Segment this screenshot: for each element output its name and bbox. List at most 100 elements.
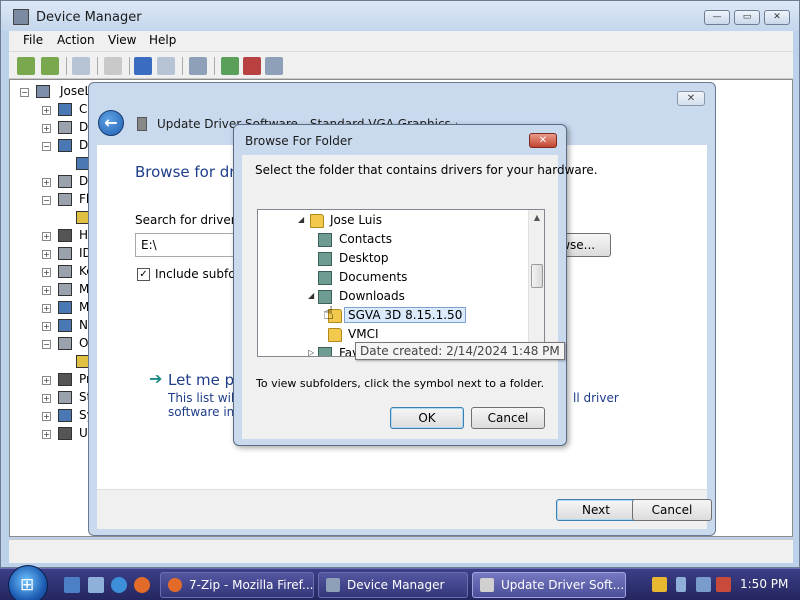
device-category-icon [58,283,72,296]
expand-icon[interactable]: + [42,286,51,295]
expand-icon[interactable]: + [42,178,51,187]
help-icon[interactable] [134,57,152,75]
task-label: Device Manager [347,578,445,592]
folder-label: Jose Luis [330,213,382,227]
pick-description: ll driver [573,391,619,405]
expand-icon[interactable]: + [42,124,51,133]
device-category-icon [58,247,72,260]
toolbar-separator [214,57,215,75]
expand-icon[interactable]: + [42,106,51,115]
hint-text: To view subfolders, click the symbol nex… [256,377,545,390]
dialog-title: Browse For Folder [245,134,353,148]
expand-icon[interactable]: + [42,376,51,385]
close-button[interactable]: ✕ [529,133,557,148]
properties-icon[interactable] [104,57,122,75]
view-icon[interactable] [157,57,175,75]
device-category-icon [58,139,72,152]
pick-description: This list wil [168,391,235,405]
taskbar: ⊞ 7-Zip - Mozilla Firef... Device Manage… [0,565,800,600]
dialog-description: Select the folder that contains drivers … [255,163,598,177]
expand-icon[interactable]: + [42,412,51,421]
status-bar [9,539,793,563]
expand-icon[interactable]: ▷ [308,348,316,356]
collapse-icon[interactable]: ◢ [308,291,316,300]
collapse-icon[interactable]: − [42,340,51,349]
collapse-icon[interactable]: − [42,196,51,205]
expand-icon[interactable]: + [42,232,51,241]
collapse-icon[interactable]: − [20,88,29,97]
show-hide-tree-icon[interactable] [72,57,90,75]
device-category-icon [58,103,72,116]
scroll-thumb[interactable] [531,264,543,288]
uninstall-icon[interactable] [243,57,261,75]
dialog-body: Select the folder that contains drivers … [242,155,598,439]
tray-arrow-icon[interactable] [676,577,686,592]
expand-icon[interactable]: + [42,430,51,439]
close-button[interactable]: ✕ [764,10,790,25]
expand-icon[interactable]: + [42,250,51,259]
security-shield-icon[interactable] [652,577,667,592]
menu-view[interactable]: View [108,33,136,47]
device-manager-titlebar: Device Manager — ▭ ✕ [1,1,799,31]
cancel-button[interactable]: Cancel [471,407,545,429]
folder-label: Desktop [339,251,389,265]
device-icon [480,578,494,592]
collapse-icon[interactable]: ◢ [298,215,306,224]
menu-action[interactable]: Action [57,33,95,47]
include-subfolders-checkbox[interactable]: ✓ [137,268,150,281]
folder-label: VMCI [348,327,379,341]
device-category-icon [58,265,72,278]
firefox-icon[interactable] [134,577,150,593]
tree-root-label: JoseL [60,84,92,98]
device-icon [137,117,147,131]
folder-tree[interactable]: ◢ Jose Luis Contacts Desktop Documents ◢… [257,209,545,357]
network-icon[interactable] [696,577,711,592]
toolbar [9,51,793,79]
disable-device-icon[interactable] [265,57,283,75]
task-label: Update Driver Soft... [501,578,625,592]
device-category-icon [58,391,72,404]
scan-hardware-icon[interactable] [189,57,207,75]
next-button[interactable]: Next [556,499,636,521]
folder-label: Documents [339,270,408,284]
start-button[interactable]: ⊞ [8,565,48,600]
menu-help[interactable]: Help [149,33,176,47]
forward-arrow-icon[interactable] [41,57,59,75]
folder-label: Downloads [339,289,405,303]
internet-explorer-icon[interactable] [111,577,127,593]
vertical-scrollbar[interactable]: ▲ ▼ [528,210,544,356]
toolbar-separator [129,57,130,75]
task-update-driver[interactable]: Update Driver Soft... [472,572,626,598]
device-category-icon [58,337,72,350]
pick-from-list-link[interactable]: Let me pi [168,371,238,389]
ok-button[interactable]: OK [390,407,464,429]
switch-windows-icon[interactable] [88,577,104,593]
task-device-manager[interactable]: Device Manager [318,572,468,598]
volume-muted-icon[interactable] [716,577,731,592]
folder-label: Contacts [339,232,392,246]
device-category-icon [58,427,72,440]
folder-label: SGVA 3D 8.15.1.50 [344,307,467,323]
expand-icon[interactable]: + [42,268,51,277]
desktop-icon [318,252,332,266]
scroll-up-icon[interactable]: ▲ [531,212,543,224]
clock[interactable]: 1:50 PM [740,577,788,591]
cancel-button[interactable]: Cancel [632,499,712,521]
menu-file[interactable]: File [23,33,43,47]
maximize-button[interactable]: ▭ [734,10,760,25]
expand-icon[interactable]: + [42,394,51,403]
back-arrow-icon[interactable]: ← [98,110,124,136]
device-category-icon [58,301,72,314]
close-button[interactable]: ✕ [677,91,705,106]
task-firefox[interactable]: 7-Zip - Mozilla Firef... [160,572,314,598]
browse-folder-dialog: Browse For Folder ✕ Select the folder th… [233,124,598,446]
collapse-icon[interactable]: − [42,142,51,151]
device-category-icon [58,175,72,188]
back-arrow-icon[interactable] [17,57,35,75]
expand-icon[interactable]: + [42,322,51,331]
minimize-button[interactable]: — [704,10,730,25]
show-desktop-icon[interactable] [64,577,80,593]
expand-icon[interactable]: + [42,304,51,313]
update-driver-icon[interactable] [221,57,239,75]
downloads-icon [318,290,332,304]
